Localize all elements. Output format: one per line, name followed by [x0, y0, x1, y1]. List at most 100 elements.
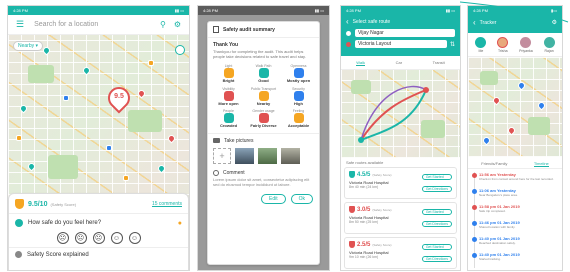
search-icon[interactable]: ⚲ [160, 20, 166, 29]
avatar [520, 36, 532, 48]
search-input[interactable]: Search for a location [34, 21, 160, 28]
timeline-dot [472, 237, 477, 242]
get-directions-button[interactable]: Get Directions [421, 221, 452, 227]
map-pin[interactable] [481, 135, 492, 146]
map-pin[interactable] [516, 80, 527, 91]
tab-friends-family[interactable]: Friends/Family [481, 161, 507, 166]
map-pin[interactable] [81, 65, 92, 76]
comments-link[interactable]: 15 comments [152, 201, 182, 207]
map-pin[interactable] [491, 95, 502, 106]
timeline-text: Safe trip completed. [479, 209, 506, 213]
comment-title: Comment [223, 169, 245, 176]
help-icon [15, 251, 22, 258]
contact-item[interactable]: Me [475, 36, 487, 53]
timeline-text: Near Bengaluru's place area. [479, 193, 518, 197]
add-photo-button[interactable]: + [213, 147, 231, 164]
contact-item[interactable]: Rajan [543, 36, 555, 53]
get-started-button[interactable]: Get Started [421, 174, 452, 180]
poi-marker[interactable] [148, 60, 154, 66]
face-neutral[interactable]: ☹ [92, 232, 105, 244]
tab-walk[interactable]: Walk [356, 60, 366, 66]
origin-icon [346, 30, 351, 36]
timeline-item[interactable]: 11:06 am Yesterday Near Bengaluru's place… [472, 188, 560, 204]
route-list: 4.5/5 (Safety Score) Victoria Road Hospita… [344, 167, 457, 270]
score-panel: 9.5/10 (Safety Score) 15 comments How sa… [8, 193, 189, 270]
route-score-label: (Safety Score) [372, 172, 392, 177]
face-very-unsafe[interactable]: ☹ [56, 232, 69, 244]
tracker-map[interactable] [468, 57, 562, 157]
route-card[interactable]: 3.0/5 (Safety Score) Victoria Road Hospita… [344, 202, 457, 234]
search-bar[interactable]: ☰ Search for a location ⚲ ⚙ [8, 15, 189, 35]
back-icon[interactable]: ‹ [346, 17, 349, 26]
poi-marker[interactable] [63, 95, 69, 101]
audit-param-value: Good [258, 78, 269, 84]
audit-param-name: Light [224, 64, 233, 68]
get-started-button[interactable]: Get Started [421, 209, 452, 215]
audit-param-name: Feeling [292, 109, 305, 114]
map-pin[interactable] [156, 163, 167, 174]
ok-button[interactable]: Ok [290, 193, 313, 204]
avatar [543, 36, 555, 48]
audit-param-name: Security [292, 86, 305, 91]
face-unsafe[interactable]: ☹ [74, 232, 87, 244]
get-started-button[interactable]: Get Started [421, 244, 452, 250]
map-pin[interactable] [166, 133, 177, 144]
poi-marker[interactable] [123, 175, 129, 181]
map-pin[interactable] [136, 88, 147, 99]
route-score-label: (Safety Score) [372, 207, 392, 212]
face-safe[interactable]: ☺ [110, 232, 123, 244]
to-input[interactable]: Victoria Layout [355, 40, 447, 48]
mode-tabs: Walk Car Transit [341, 56, 460, 70]
tab-transit[interactable]: Transit [433, 60, 445, 65]
feel-question: How safe do you feel here? [28, 220, 102, 226]
map-pin[interactable] [41, 45, 52, 56]
timeline-dot [472, 253, 477, 258]
timeline-item[interactable]: 11:40 pm 01 Jan 2019 Started tracking. [472, 252, 560, 268]
tab-timeline[interactable]: Timeline [533, 161, 549, 167]
filter-icon[interactable]: ⚙ [174, 20, 181, 29]
face-very-safe[interactable]: ☺ [128, 232, 141, 244]
photo-thumbnail[interactable] [281, 147, 300, 164]
people-icon [223, 113, 234, 124]
timeline-item[interactable]: 11:58 pm 01 Jan 2019 Safe trip completed. [472, 204, 560, 220]
audit-icon [213, 26, 219, 33]
swap-icon[interactable]: ⇅ [450, 41, 455, 48]
route-title: Select safe route [352, 18, 391, 25]
get-directions-button[interactable]: Get Directions [421, 186, 452, 192]
locate-icon[interactable] [175, 45, 185, 55]
route-line-red [360, 89, 427, 141]
score-explained-link[interactable]: Safety Score explained [27, 252, 89, 258]
timeline-item[interactable]: 11:46 pm 01 Jan 2019 Shared location with… [472, 220, 560, 236]
poi-marker[interactable] [106, 145, 112, 151]
route-card[interactable]: 4.5/5 (Safety Score) Victoria Road Hospita… [344, 167, 457, 199]
photo-thumbnail[interactable] [235, 147, 254, 164]
edit-button[interactable]: Edit [260, 193, 286, 204]
map-pin[interactable] [18, 103, 29, 114]
contact-name: Me [478, 48, 484, 53]
contact-item[interactable]: Trisha [497, 36, 509, 53]
tab-car[interactable]: Car [396, 60, 402, 65]
comment-icon [213, 169, 219, 176]
timeline-item[interactable]: 11:56 am Yesterday Check-in from contact … [472, 172, 560, 188]
nearby-chip[interactable]: Nearby ▾ [13, 41, 44, 51]
audit-param: Public Transport Nearby [247, 87, 280, 107]
poi-marker[interactable] [16, 135, 22, 141]
map-pin[interactable] [506, 125, 517, 136]
audit-param: Visibility More open [212, 87, 245, 107]
audit-param: Security High [282, 87, 315, 107]
map-pin[interactable] [536, 100, 547, 111]
timeline-item[interactable]: 11:40 pm 01 Jan 2019 Reached destination … [472, 236, 560, 252]
get-directions-button[interactable]: Get Directions [421, 256, 452, 262]
visibility-icon [223, 90, 234, 101]
photo-thumbnail[interactable] [258, 147, 277, 164]
route-map[interactable] [341, 70, 460, 158]
audit-param: Walk Path Good [247, 64, 280, 84]
security-icon [293, 90, 304, 101]
screen-route-select: 4:28 PM ▮▮ ▭ ‹ Select safe route Vijay N… [340, 5, 461, 271]
status-time: 4:28 PM [346, 8, 361, 13]
from-input[interactable]: Vijay Nagar [355, 29, 455, 37]
menu-icon[interactable]: ☰ [16, 19, 24, 30]
contact-item[interactable]: Priyanka [519, 36, 533, 53]
map-pin[interactable] [26, 161, 37, 172]
route-card[interactable]: 2.5/5 (Safety Score) Victoria Road Hospita… [344, 237, 457, 269]
